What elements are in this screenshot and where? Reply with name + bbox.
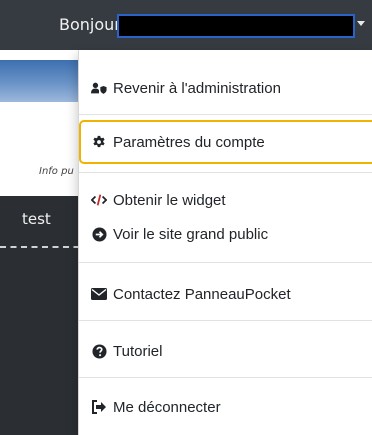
menu-divider: [79, 377, 372, 378]
caret-down-icon[interactable]: [357, 21, 365, 26]
question-circle-icon: [91, 343, 107, 359]
menu-divider: [79, 114, 372, 115]
user-name-redacted[interactable]: [117, 14, 355, 38]
menu-item-label: Revenir à l'administration: [113, 79, 281, 97]
menu-item-contact[interactable]: Contactez PanneauPocket: [79, 274, 372, 314]
sign-out-icon: [91, 399, 107, 415]
greeting-text: Bonjour,: [59, 15, 126, 34]
menu-item-admin[interactable]: Revenir à l'administration: [79, 68, 372, 108]
arrow-circle-right-icon: [91, 226, 107, 242]
envelope-icon: [91, 286, 107, 302]
info-text: Info pu: [39, 166, 74, 177]
menu-item-label: Me déconnecter: [113, 398, 221, 416]
menu-item-label: Contactez PanneauPocket: [113, 285, 291, 303]
menu-item-label: Paramètres du compte: [113, 133, 265, 151]
banner-image: [0, 60, 90, 102]
gear-icon: [91, 134, 107, 150]
menu-item-logout[interactable]: Me déconnecter: [79, 387, 372, 427]
menu-item-account-settings[interactable]: Paramètres du compte: [79, 120, 372, 164]
top-navbar: Bonjour,: [0, 0, 372, 50]
dashed-divider: [0, 246, 90, 248]
dark-panel: test: [0, 196, 90, 435]
menu-divider: [79, 320, 372, 321]
menu-item-label: Obtenir le widget: [113, 191, 226, 209]
user-dropdown-menu: Revenir à l'administration Paramètres du…: [78, 50, 372, 435]
code-icon: [91, 192, 107, 208]
menu-divider: [79, 172, 372, 173]
menu-item-tutorial[interactable]: Tutoriel: [79, 331, 372, 371]
user-shield-icon: [91, 80, 107, 96]
menu-item-label: Tutoriel: [113, 342, 163, 360]
panel-title: test: [22, 210, 51, 228]
menu-item-public-site[interactable]: Voir le site grand public: [79, 214, 372, 254]
menu-divider: [79, 262, 372, 263]
menu-item-label: Voir le site grand public: [113, 225, 269, 243]
